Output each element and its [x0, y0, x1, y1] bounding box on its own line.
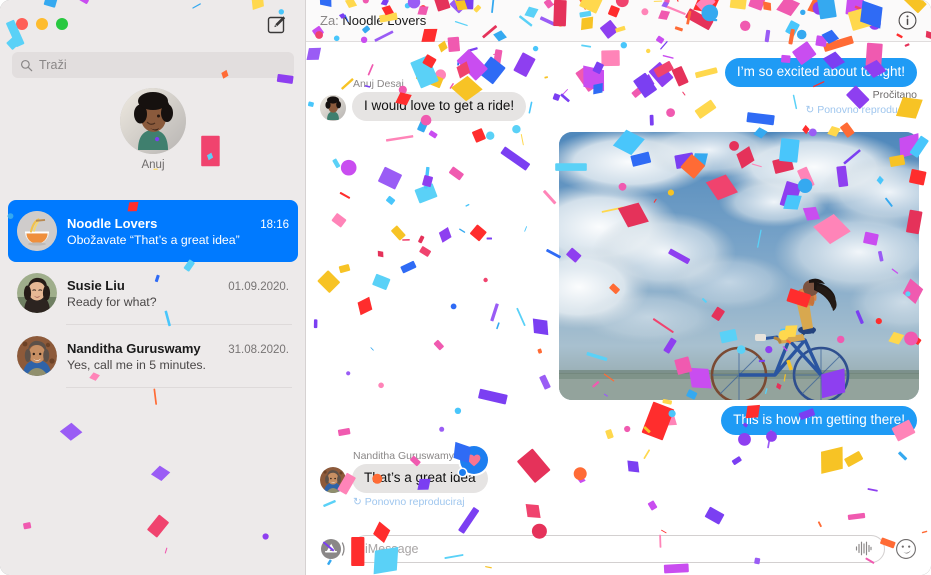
- confetti-piece: [23, 522, 32, 530]
- replay-effect-link[interactable]: ↻ Ponovno reproduciraj: [353, 496, 488, 508]
- confetti-piece: [262, 533, 269, 540]
- nanditha-avatar: [17, 336, 57, 376]
- conversation-separator: [66, 387, 292, 388]
- conversation-row-noodle-lovers[interactable]: Noodle Lovers 18:16 Obožavate “That’s a …: [8, 200, 298, 262]
- replay-label: Ponovno reproduciraj: [364, 495, 465, 508]
- search-input[interactable]: Traži: [12, 52, 294, 78]
- photo-attachment[interactable]: [559, 132, 919, 400]
- message-bubble[interactable]: I’m so excited about tonight!: [724, 58, 917, 87]
- confetti-piece: [147, 514, 169, 538]
- pinned-contact-label: Anuj: [141, 159, 165, 171]
- confetti-piece: [164, 547, 168, 554]
- conversation-preview: Obožavate “That’s a great idea”: [67, 232, 240, 247]
- compose-icon[interactable]: [266, 14, 288, 36]
- message-bubble[interactable]: I would love to get a ride!: [352, 92, 527, 121]
- emoji-smiley-icon[interactable]: [895, 538, 917, 560]
- conversation-row-nanditha-guruswamy[interactable]: Nanditha Guruswamy 31.08.2020. Yes, call…: [8, 325, 298, 387]
- confetti-piece: [79, 0, 89, 5]
- pinned-contact-anuj[interactable]: [120, 88, 186, 154]
- conversation-list: Noodle Lovers 18:16 Obožavate “That’s a …: [0, 200, 306, 388]
- maximize-window-button[interactable]: [56, 18, 68, 30]
- confetti-piece: [43, 0, 58, 8]
- confetti-piece: [251, 0, 264, 11]
- conversation-preview: Ready for what?: [67, 294, 157, 309]
- conversation-time: 18:16: [260, 218, 289, 231]
- to-label: Za:: [320, 13, 339, 28]
- conversation-row-susie-liu[interactable]: Susie Liu 01.09.2020. Ready for what?: [8, 262, 298, 324]
- conversation-text: Nanditha Guruswamy 31.08.2020. Yes, call…: [67, 341, 289, 372]
- pinned-contacts: Anuj: [0, 88, 306, 171]
- appstore-icon[interactable]: [320, 538, 345, 560]
- minimize-window-button[interactable]: [36, 18, 48, 30]
- message-excited: I’m so excited about tonight! Pročitano …: [724, 58, 917, 116]
- confetti-piece: [150, 465, 171, 482]
- message-bubble[interactable]: This is how I’m getting there!: [721, 406, 917, 435]
- message-sender-name: Anuj Desai: [353, 78, 404, 90]
- conversation-name: Nanditha Guruswamy: [67, 340, 201, 356]
- confetti-piece: [59, 422, 83, 441]
- conversation-pane: Za: Noodle Lovers Anuj Desai I would lov…: [306, 0, 931, 575]
- message-nanditha-guruswamy: Nanditha Guruswamy That’s a great idea ↻…: [320, 446, 488, 508]
- conversation-time: 31.08.2020.: [228, 343, 289, 356]
- audio-waveform-icon[interactable]: [855, 541, 872, 556]
- anuj-avatar: [320, 94, 346, 121]
- conversation-preview: Yes, call me in 5 minutes.: [67, 357, 206, 372]
- sidebar: Traži Anuj Noodle Lovers 18:16 Obožavate…: [0, 0, 306, 575]
- replay-label: Ponovno reproduciraj: [817, 103, 917, 116]
- conversation-time: 01.09.2020.: [228, 280, 289, 293]
- imessage-input[interactable]: iMessage: [352, 534, 885, 563]
- window-controls: [16, 18, 68, 30]
- replay-icon: ↻: [805, 103, 815, 116]
- page-title: Noodle Lovers: [342, 13, 427, 28]
- conversation-name: Susie Liu: [67, 277, 125, 293]
- conversation-header: Za: Noodle Lovers: [306, 0, 931, 42]
- delivery-status: Pročitano: [872, 88, 917, 101]
- message-anuj-desai: Anuj Desai I would love to get a ride!: [320, 78, 527, 121]
- confetti-piece: [192, 3, 201, 9]
- conversation-name: Noodle Lovers: [67, 215, 158, 231]
- conversation-text: Susie Liu 01.09.2020. Ready for what?: [67, 278, 289, 309]
- conversation-text: Noodle Lovers 18:16 Obožavate “That’s a …: [67, 216, 289, 247]
- anuj-avatar: [120, 88, 186, 154]
- susie-avatar: [17, 273, 57, 313]
- search-icon: [20, 59, 33, 71]
- replay-icon: ↻: [353, 495, 362, 508]
- confetti-piece: [6, 33, 23, 50]
- conversation-title: Za: Noodle Lovers: [320, 13, 426, 28]
- confetti-piece: [153, 388, 158, 405]
- noodle-bowl-icon: [17, 211, 57, 251]
- heart-tapback[interactable]: [459, 446, 488, 476]
- message-composer: iMessage: [306, 522, 931, 575]
- info-icon[interactable]: [898, 11, 917, 30]
- replay-effect-link[interactable]: ↻ Ponovno reproduciraj: [725, 104, 917, 116]
- message-list[interactable]: Anuj Desai I would love to get a ride! I…: [306, 42, 931, 522]
- messages-window: Traži Anuj Noodle Lovers 18:16 Obožavate…: [0, 0, 931, 575]
- imessage-placeholder: iMessage: [365, 541, 419, 556]
- search-placeholder: Traži: [39, 58, 67, 72]
- close-window-button[interactable]: [16, 18, 28, 30]
- message-getting-there: This is how I’m getting there!: [721, 406, 917, 435]
- nanditha-avatar: [320, 466, 346, 493]
